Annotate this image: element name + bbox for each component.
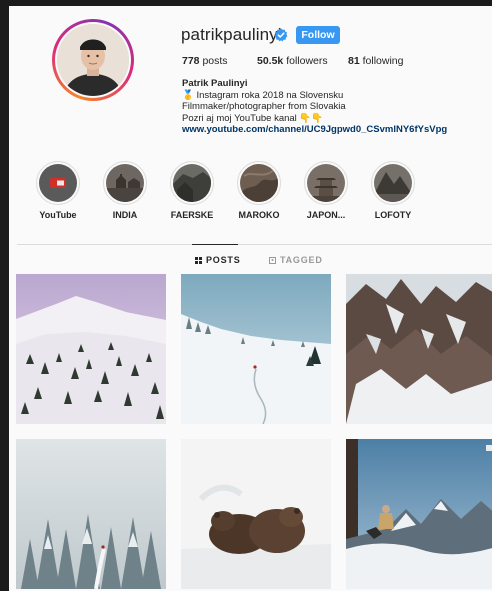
following-label: following xyxy=(362,55,404,67)
highlight-cover xyxy=(240,164,278,202)
highlight-ring xyxy=(170,161,214,205)
highlight-india[interactable]: INDIA xyxy=(90,161,160,220)
tab-tagged-label: TAGGED xyxy=(280,255,323,265)
followers-label: followers xyxy=(286,55,328,67)
highlight-ring xyxy=(371,161,415,205)
highlight-lofoty[interactable]: LOFOTY xyxy=(358,161,428,220)
posts-stat[interactable]: 778 posts xyxy=(182,55,228,67)
avatar-ring-gap xyxy=(55,22,131,98)
profile-full-name: Patrik Paulinyi xyxy=(182,78,248,89)
highlight-label: MAROKO xyxy=(238,210,280,220)
post-image-mountain-photographer xyxy=(346,439,492,589)
posts-count: 778 xyxy=(182,55,200,67)
followers-count: 50.5k xyxy=(257,55,284,67)
post-thumbnail[interactable] xyxy=(16,274,166,424)
highlight-label: LOFOTY xyxy=(374,210,412,220)
follow-button[interactable]: Follow xyxy=(296,26,340,44)
highlight-cover xyxy=(307,164,345,202)
tab-posts-label: POSTS xyxy=(206,255,241,265)
bio-website-link[interactable]: www.youtube.com/channel/UC9Jgpwd0_CSvmlN… xyxy=(182,124,447,136)
followers-stat[interactable]: 50.5k followers xyxy=(257,55,328,67)
bio-line-1: 🥇 Instagram roka 2018 na Slovensku xyxy=(182,89,344,101)
tab-tagged[interactable]: TAGGED xyxy=(269,255,323,265)
highlight-youtube[interactable]: YouTube xyxy=(23,161,93,220)
post-thumbnail[interactable] xyxy=(346,439,492,589)
profile-avatar-story-ring[interactable] xyxy=(52,19,134,101)
post-image-snow-field xyxy=(181,274,331,424)
highlight-label: JAPON... xyxy=(306,210,346,220)
profile-page: patrikpaulinyi Follow 778 posts 50.5k fo… xyxy=(9,6,492,591)
post-image-snowy-hill xyxy=(16,274,166,424)
highlight-label: INDIA xyxy=(112,210,138,220)
tab-posts[interactable]: POSTS xyxy=(195,255,241,265)
profile-bio: Patrik Paulinyi 🥇 Instagram roka 2018 na… xyxy=(182,78,447,136)
tabs-divider xyxy=(17,244,492,245)
following-count: 81 xyxy=(348,55,360,67)
post-thumbnail[interactable] xyxy=(16,439,166,589)
following-stat[interactable]: 81 following xyxy=(348,55,403,67)
highlight-label: FAERSKE xyxy=(170,210,214,220)
highlight-ring xyxy=(304,161,348,205)
avatar-portrait xyxy=(57,24,129,96)
bio-line-3: Pozri aj moj YouTube kanal 👇👇 xyxy=(182,112,324,124)
highlight-ring xyxy=(237,161,281,205)
highlight-label: YouTube xyxy=(39,210,77,220)
bio-line-2: Filmmaker/photographer from Slovakia xyxy=(182,101,346,112)
verified-badge-icon xyxy=(274,28,288,42)
posts-label: posts xyxy=(202,55,228,67)
post-thumbnail[interactable] xyxy=(181,274,331,424)
highlight-ring xyxy=(36,161,80,205)
highlight-cover xyxy=(106,164,144,202)
profile-username: patrikpaulinyi xyxy=(181,25,282,44)
active-tab-indicator xyxy=(192,244,238,245)
highlight-cover xyxy=(374,164,412,202)
highlight-cover xyxy=(173,164,211,202)
grid-icon xyxy=(195,256,202,264)
post-image-rock-peaks xyxy=(346,274,492,424)
post-image-frosty-forest xyxy=(16,439,166,589)
post-image-bears-in-snow xyxy=(181,439,331,589)
highlight-ring xyxy=(103,161,147,205)
highlight-cover xyxy=(39,164,77,202)
tagged-icon xyxy=(269,256,276,264)
highlight-maroko[interactable]: MAROKO xyxy=(224,161,294,220)
highlight-japon[interactable]: JAPON... xyxy=(291,161,361,220)
post-thumbnail[interactable] xyxy=(346,274,492,424)
avatar xyxy=(57,24,129,96)
highlight-faerske[interactable]: FAERSKE xyxy=(157,161,227,220)
post-thumbnail[interactable] xyxy=(181,439,331,589)
